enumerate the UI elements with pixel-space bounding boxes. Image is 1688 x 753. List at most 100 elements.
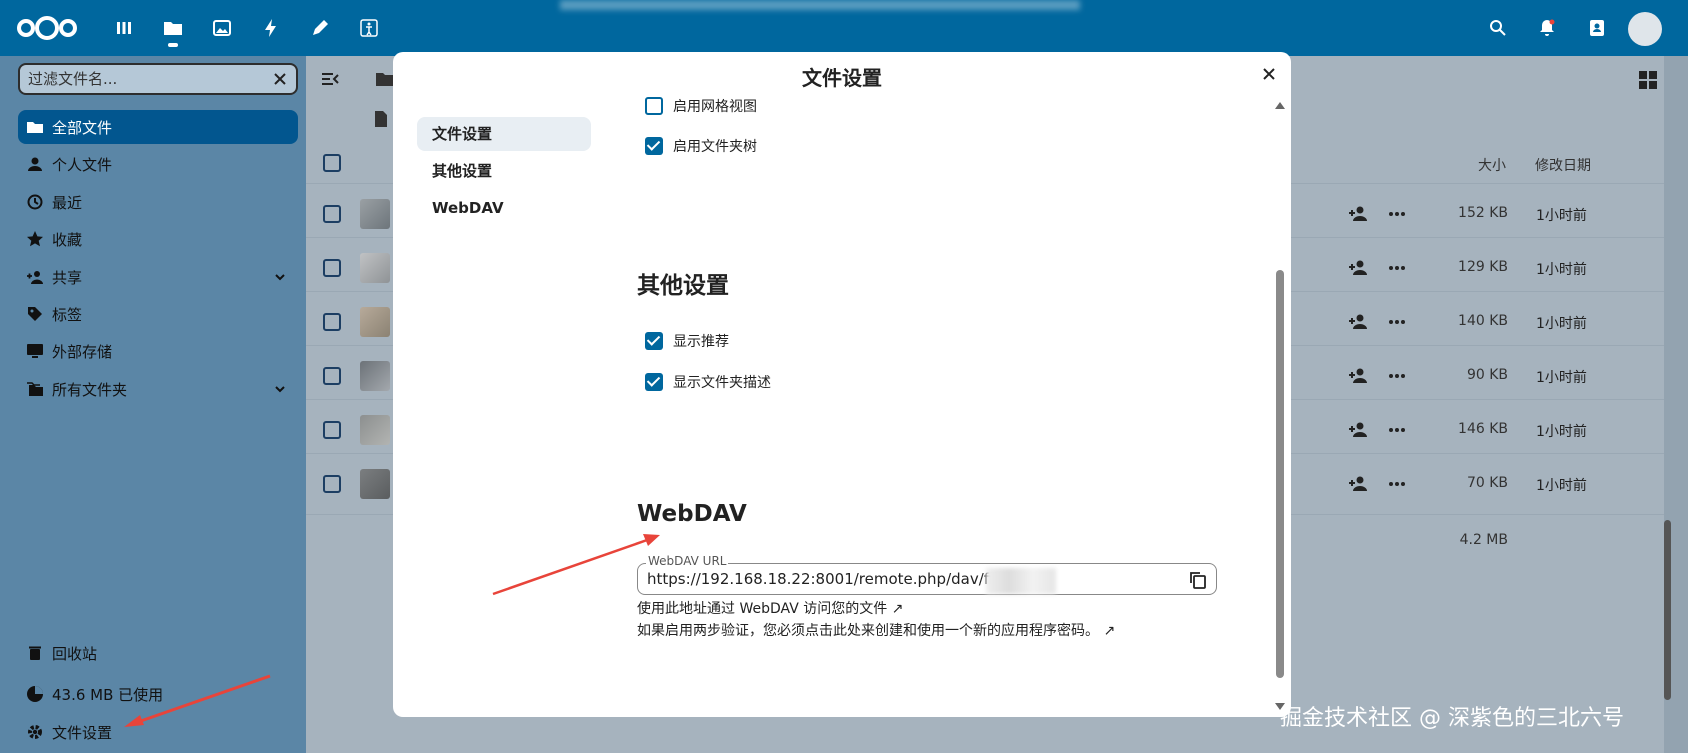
sidebar-item-file-settings[interactable]: 文件设置 <box>18 715 298 749</box>
more-actions-icon[interactable] <box>1387 420 1407 440</box>
scroll-up-icon[interactable] <box>1275 100 1285 110</box>
app-password-link[interactable]: 如果启用两步验证，您必须点击此处来创建和使用一个新的应用程序密码。 ↗ <box>637 620 1115 640</box>
sidebar-item-label: 文件设置 <box>52 723 113 742</box>
sidebar-item-label: 共享 <box>52 268 83 287</box>
webdav-url-value[interactable]: https://192.168.18.22:8001/remote.php/da… <box>647 570 1014 588</box>
dialog-nav-other-settings[interactable]: 其他设置 <box>417 154 591 188</box>
sidebar-item-shares[interactable]: 共享 <box>18 260 298 294</box>
photos-icon[interactable] <box>210 16 234 40</box>
dialog-nav-webdav[interactable]: WebDAV <box>417 191 591 225</box>
share-icon[interactable] <box>1348 204 1368 224</box>
sidebar-item-label: 最近 <box>52 193 83 212</box>
contacts-icon[interactable] <box>1585 16 1609 40</box>
copy-icon[interactable] <box>1188 570 1208 590</box>
folder-tree-checkbox[interactable] <box>645 137 663 155</box>
webdav-heading: WebDAV <box>637 501 747 527</box>
row-checkbox[interactable] <box>323 421 341 439</box>
top-glow <box>560 0 1080 10</box>
sidebar-item-all-files[interactable]: 全部文件 <box>18 110 298 144</box>
file-size: 146 KB <box>1458 421 1508 437</box>
sidebar-item-favorites[interactable]: 收藏 <box>18 222 298 256</box>
dashboard-icon[interactable] <box>112 16 136 40</box>
storage-quota[interactable]: 43.6 MB 已使用 <box>18 677 298 711</box>
more-actions-icon[interactable] <box>1387 312 1407 332</box>
accessibility-icon[interactable] <box>357 16 381 40</box>
quota-label: 43.6 MB 已使用 <box>52 685 164 704</box>
file-size: 90 KB <box>1466 367 1508 383</box>
person-icon <box>28 157 42 171</box>
close-icon[interactable] <box>1261 66 1277 82</box>
files-scrollbar[interactable] <box>1662 100 1674 720</box>
breadcrumb-folder-icon[interactable] <box>375 70 395 88</box>
tag-icon <box>28 307 42 321</box>
file-thumbnail[interactable] <box>360 469 390 499</box>
dialog-nav-file-settings[interactable]: 文件设置 <box>417 117 591 151</box>
grid-view-icon[interactable] <box>1638 70 1658 90</box>
menu-toggle-icon[interactable] <box>320 70 340 88</box>
filter-input[interactable] <box>28 70 258 88</box>
webdav-url-label: WebDAV URL <box>646 554 729 568</box>
share-icon[interactable] <box>1348 312 1368 332</box>
row-checkbox[interactable] <box>323 313 341 331</box>
sidebar-item-trash[interactable]: 回收站 <box>18 636 298 670</box>
file-size: 152 KB <box>1458 205 1508 221</box>
file-thumbnail[interactable] <box>360 307 390 337</box>
file-icon <box>375 111 387 127</box>
chevron-down-icon[interactable] <box>274 271 286 283</box>
file-modified: 1小时前 <box>1536 316 1587 332</box>
grid-view-option[interactable]: 启用网格视图 <box>645 96 757 116</box>
share-icon[interactable] <box>1348 366 1368 386</box>
recommendations-option[interactable]: 显示推荐 <box>645 331 729 351</box>
sidebar-item-external-storage[interactable]: 外部存储 <box>18 334 298 368</box>
activity-icon[interactable] <box>259 16 283 40</box>
row-checkbox[interactable] <box>323 259 341 277</box>
more-actions-icon[interactable] <box>1387 204 1407 224</box>
file-thumbnail[interactable] <box>360 199 390 229</box>
more-actions-icon[interactable] <box>1387 366 1407 386</box>
share-icon[interactable] <box>1348 474 1368 494</box>
file-thumbnail[interactable] <box>360 415 390 445</box>
sidebar-item-recent[interactable]: 最近 <box>18 185 298 219</box>
column-header-size[interactable]: 大小 <box>1478 155 1506 175</box>
grid-view-checkbox[interactable] <box>645 97 663 115</box>
file-modified: 1小时前 <box>1536 208 1587 224</box>
recommendations-checkbox[interactable] <box>645 332 663 350</box>
file-thumbnail[interactable] <box>360 361 390 391</box>
dialog-scrollbar-thumb[interactable] <box>1276 270 1284 678</box>
select-all-checkbox[interactable] <box>323 154 341 172</box>
chevron-down-icon[interactable] <box>274 383 286 395</box>
other-settings-heading: 其他设置 <box>637 273 729 299</box>
filter-box <box>18 63 298 95</box>
column-header-modified[interactable]: 修改日期 <box>1535 155 1591 175</box>
sidebar-item-label: 收藏 <box>52 230 83 249</box>
sidebar-item-label: 标签 <box>52 305 83 324</box>
row-checkbox[interactable] <box>323 367 341 385</box>
close-icon[interactable] <box>272 71 288 87</box>
star-icon <box>27 231 43 247</box>
dialog-title: 文件设置 <box>802 66 882 90</box>
sidebar-item-label: 所有文件夹 <box>52 380 128 399</box>
notifications-icon[interactable] <box>1535 16 1559 40</box>
sidebar-item-tags[interactable]: 标签 <box>18 297 298 331</box>
user-avatar[interactable] <box>1628 12 1662 46</box>
notes-icon[interactable] <box>308 16 332 40</box>
more-actions-icon[interactable] <box>1387 474 1407 494</box>
folder-description-checkbox[interactable] <box>645 373 663 391</box>
share-icon[interactable] <box>1348 258 1368 278</box>
webdav-url-field[interactable]: WebDAV URL https://192.168.18.22:8001/re… <box>637 554 1217 595</box>
sidebar-item-all-folders[interactable]: 所有文件夹 <box>18 372 298 406</box>
sidebar-item-personal-files[interactable]: 个人文件 <box>18 147 298 181</box>
webdav-help-link[interactable]: 使用此地址通过 WebDAV 访问您的文件 ↗ <box>637 598 903 618</box>
search-icon[interactable] <box>1486 16 1510 40</box>
row-checkbox[interactable] <box>323 205 341 223</box>
folder-tree-option[interactable]: 启用文件夹树 <box>645 136 757 156</box>
sidebar-item-label: 回收站 <box>52 644 98 663</box>
nextcloud-logo[interactable] <box>16 14 78 42</box>
files-scrollbar-thumb[interactable] <box>1664 520 1671 700</box>
share-icon[interactable] <box>1348 420 1368 440</box>
more-actions-icon[interactable] <box>1387 258 1407 278</box>
file-thumbnail[interactable] <box>360 253 390 283</box>
row-checkbox[interactable] <box>323 475 341 493</box>
files-app[interactable] <box>161 16 185 47</box>
folder-description-option[interactable]: 显示文件夹描述 <box>645 372 771 392</box>
